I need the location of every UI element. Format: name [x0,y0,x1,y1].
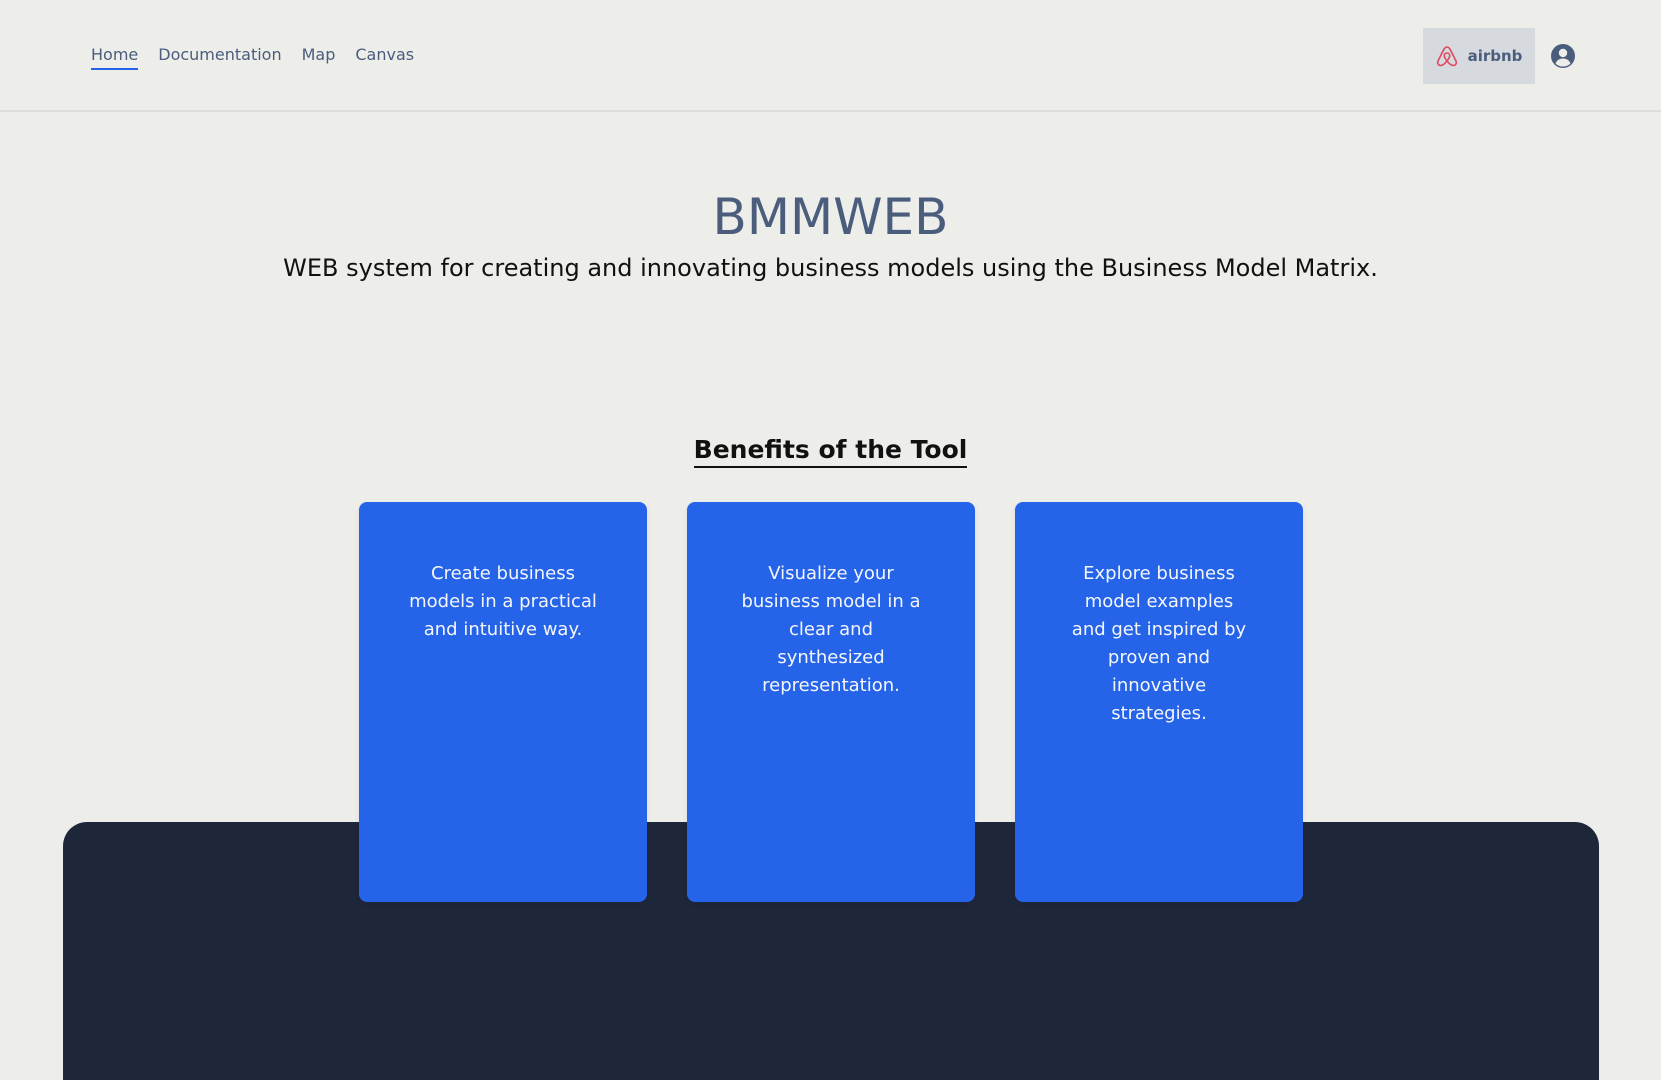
benefit-card: Visualize your business model in a clear… [687,502,975,902]
benefit-card-text: Visualize your business model in a clear… [741,563,921,696]
main-nav: Home Documentation Map Canvas [91,44,414,70]
top-navbar: Home Documentation Map Canvas airbnb [0,0,1661,112]
benefits-cards: Create business models in a practical an… [359,502,1303,902]
benefit-card: Explore business model examples and get … [1015,502,1303,902]
benefit-card-text: Explore business model examples and get … [1071,563,1247,724]
airbnb-logo-icon [1436,44,1458,68]
page-subtitle: WEB system for creating and innovating b… [283,254,1378,282]
benefit-card: Create business models in a practical an… [359,502,647,902]
nav-canvas-link[interactable]: Canvas [355,44,414,70]
nav-home-link[interactable]: Home [91,44,139,70]
benefits-heading: Benefits of the Tool [0,435,1661,468]
user-circle-icon[interactable] [1550,43,1576,69]
benefit-card-text: Create business models in a practical an… [409,563,597,640]
project-selector-button[interactable]: airbnb [1423,28,1535,84]
project-name: airbnb [1467,47,1523,65]
nav-map-link[interactable]: Map [302,44,336,70]
page-title: BMMWEB [712,188,949,246]
benefits-heading-text: Benefits of the Tool [693,435,968,468]
nav-documentation-link[interactable]: Documentation [158,44,281,70]
